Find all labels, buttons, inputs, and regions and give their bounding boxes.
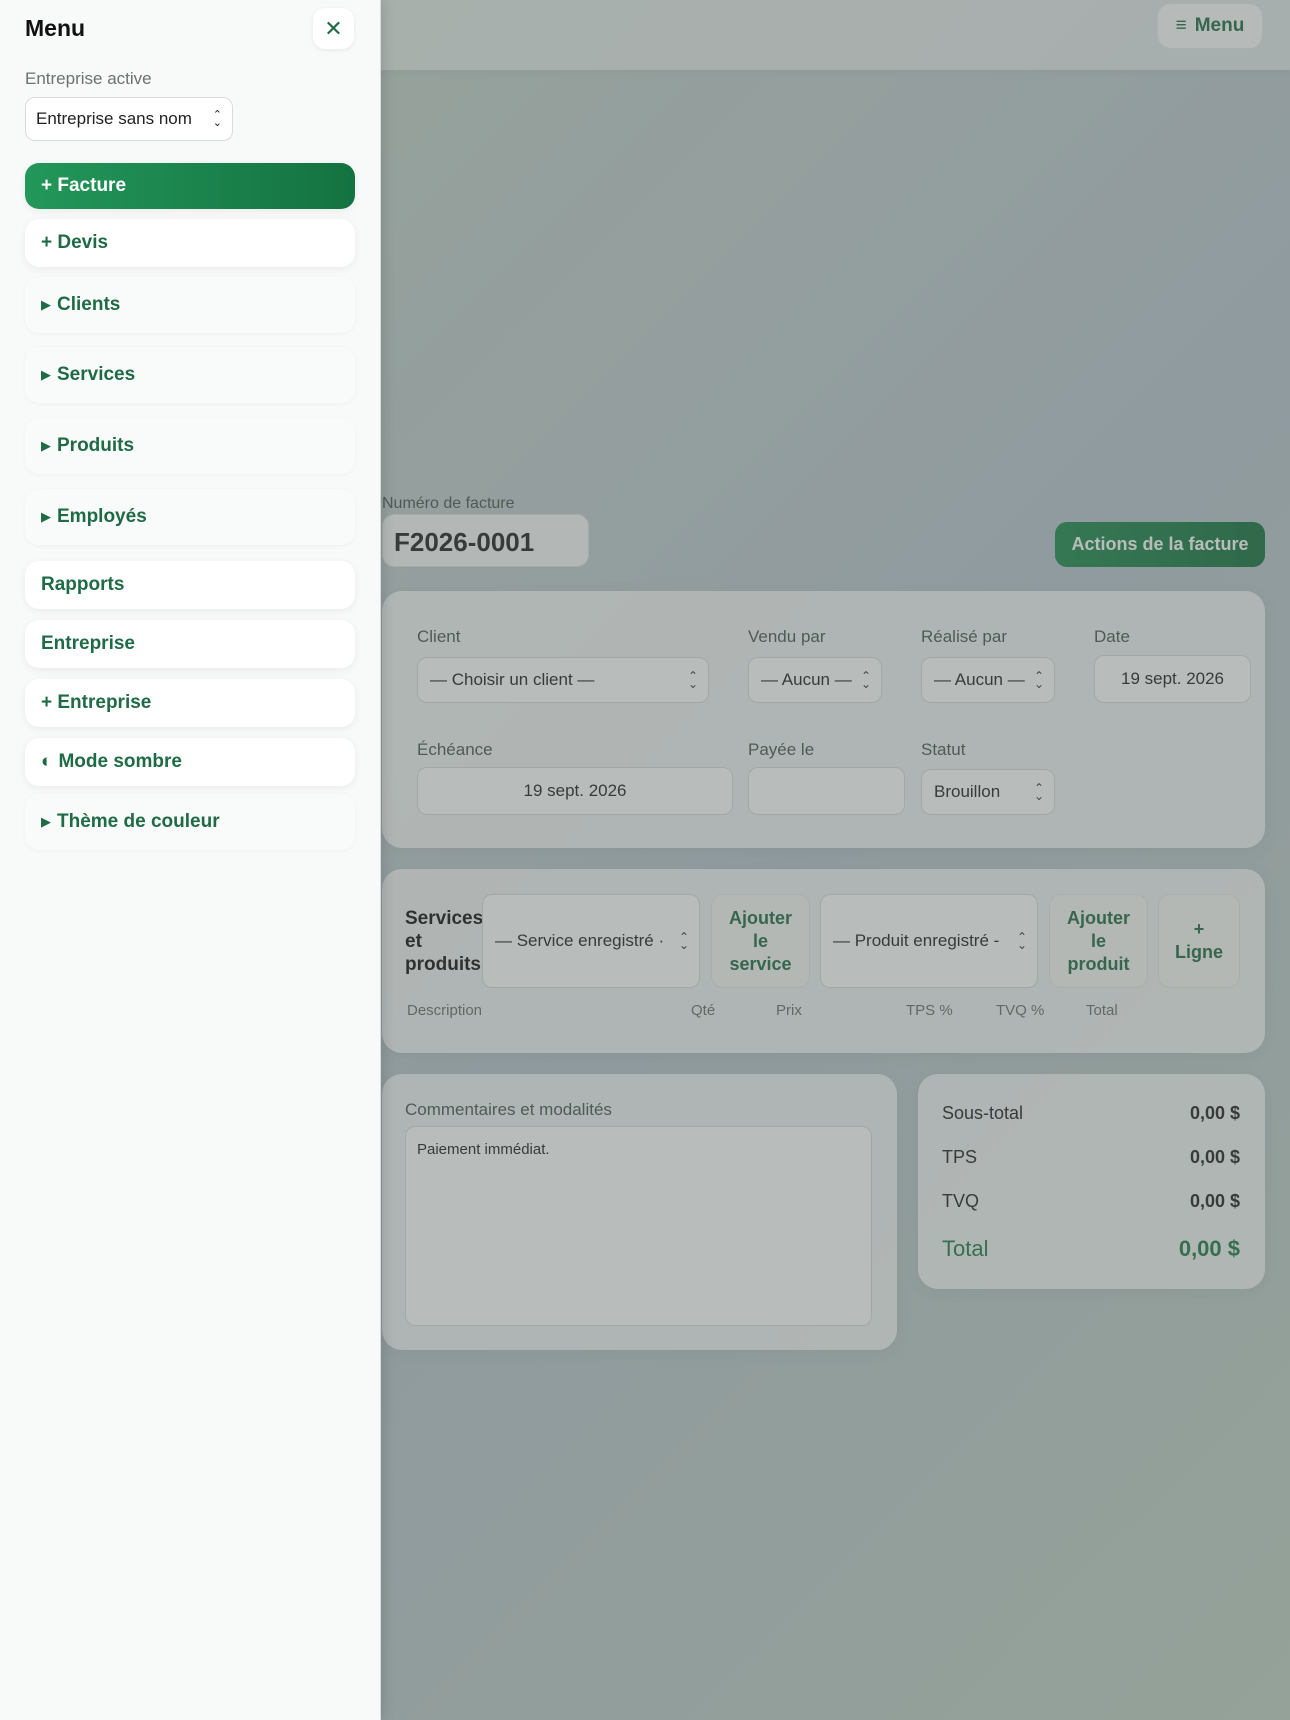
nav-section-color-theme[interactable]: ▶ Thème de couleur [25, 794, 355, 850]
dark-mode-toggle[interactable]: ◐ Mode sombre [25, 738, 355, 786]
nav-section-services[interactable]: ▶ Services [25, 347, 355, 403]
new-invoice-label: + Facture [41, 175, 127, 196]
caret-right-icon: ▶ [41, 367, 51, 382]
nav-section-employees[interactable]: ▶ Employés [25, 489, 355, 545]
close-icon: ✕ [324, 15, 343, 41]
chevron-updown-icon: ⌃ ⌄ [212, 109, 222, 129]
add-company-label: + Entreprise [41, 692, 152, 713]
nav-section-services-label: Services [57, 364, 136, 385]
drawer-title: Menu [25, 15, 86, 41]
new-quote-button[interactable]: + Devis [25, 219, 355, 267]
nav-reports[interactable]: Rapports [25, 561, 355, 609]
active-company-label: Entreprise active [25, 69, 152, 88]
caret-right-icon: ▶ [41, 509, 51, 524]
active-company-select[interactable]: Entreprise sans nom ⌃ ⌄ [25, 97, 233, 141]
active-company-value: Entreprise sans nom [36, 109, 192, 128]
color-theme-label: Thème de couleur [57, 811, 220, 832]
add-company-button[interactable]: + Entreprise [25, 679, 355, 727]
nav-section-clients[interactable]: ▶ Clients [25, 277, 355, 333]
nav-company[interactable]: Entreprise [25, 620, 355, 668]
nav-section-products-label: Produits [57, 435, 135, 456]
new-invoice-button[interactable]: + Facture [25, 163, 355, 209]
nav-section-clients-label: Clients [57, 294, 121, 315]
dark-mode-label: Mode sombre [58, 751, 183, 772]
caret-right-icon: ▶ [41, 814, 51, 829]
nav-section-employees-label: Employés [57, 506, 147, 527]
caret-right-icon: ▶ [41, 438, 51, 453]
nav-reports-label: Rapports [41, 574, 125, 595]
close-drawer-button[interactable]: ✕ [313, 8, 354, 49]
nav-section-products[interactable]: ▶ Produits [25, 418, 355, 474]
half-circle-icon: ◐ [41, 751, 53, 772]
side-drawer: Menu ✕ Entreprise active Entreprise sans… [0, 0, 381, 1720]
new-quote-label: + Devis [41, 232, 109, 253]
nav-company-label: Entreprise [41, 633, 135, 654]
caret-right-icon: ▶ [41, 297, 51, 312]
